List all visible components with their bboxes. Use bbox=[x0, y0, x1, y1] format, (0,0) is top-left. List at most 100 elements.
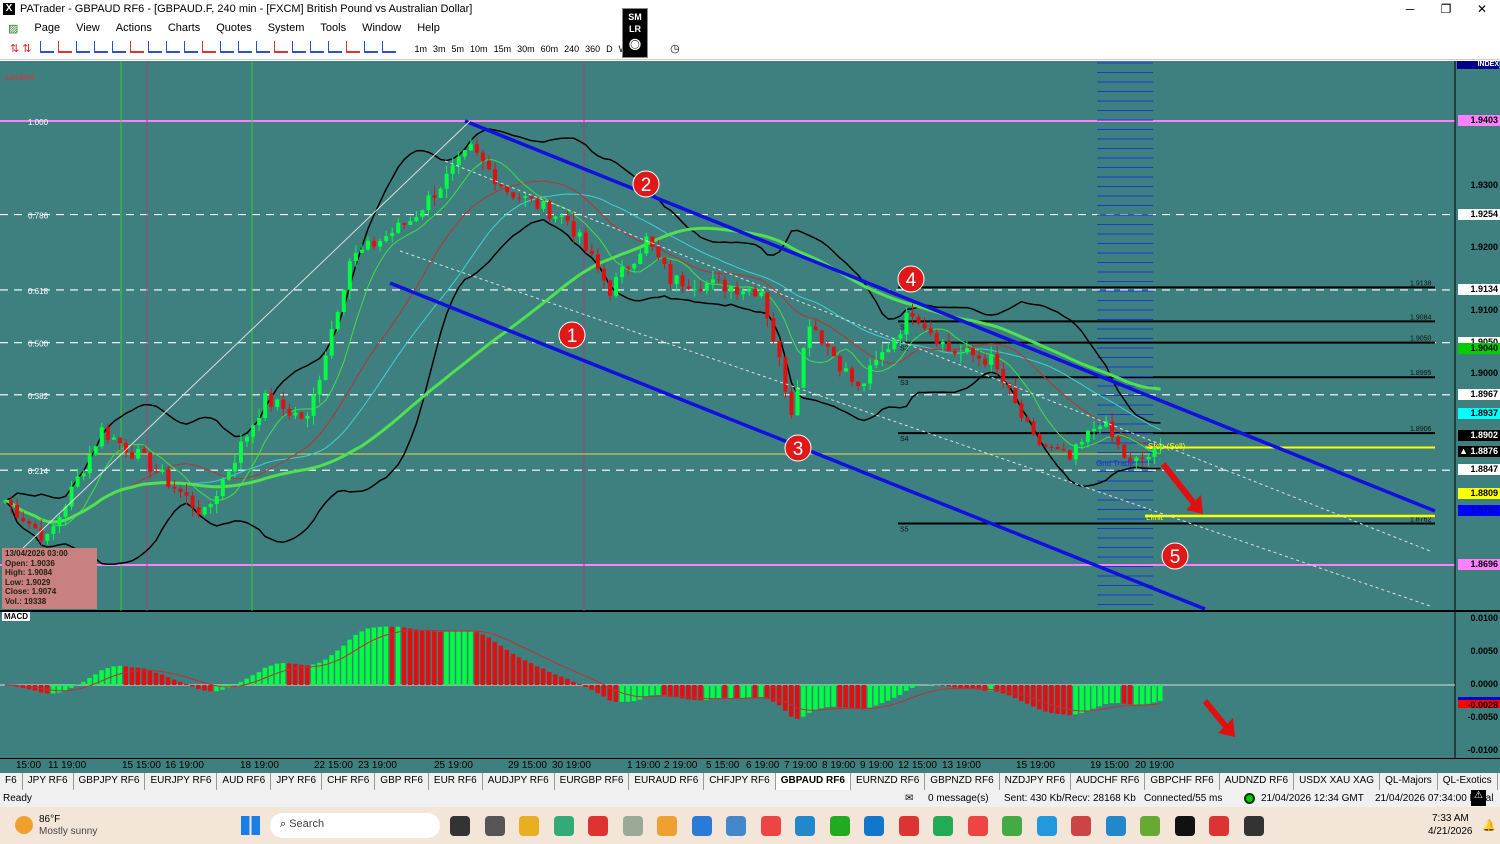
taskbar-app-icon[interactable] bbox=[657, 816, 677, 836]
drawing-tool-icon[interactable] bbox=[39, 41, 54, 53]
tab-aud-rf6[interactable]: AUD RF6 bbox=[217, 773, 272, 790]
menu-system[interactable]: System bbox=[260, 22, 313, 34]
weather-icon[interactable] bbox=[15, 816, 33, 834]
tab-gbp-rf6[interactable]: GBP RF6 bbox=[375, 773, 429, 790]
tab-gbpnzd-rf6[interactable]: GBPNZD RF6 bbox=[925, 773, 1000, 790]
drawing-tool-icon[interactable] bbox=[255, 41, 270, 53]
taskbar-app-icon[interactable] bbox=[1071, 816, 1091, 836]
tab-euraud-rf6[interactable]: EURAUD RF6 bbox=[629, 773, 705, 790]
sm-lr-logo[interactable]: SM LR ◉ bbox=[622, 8, 648, 58]
drawing-tool-icon[interactable] bbox=[111, 41, 126, 53]
drawing-tool-icon[interactable] bbox=[165, 41, 180, 53]
timeframe-240[interactable]: 240 bbox=[564, 44, 579, 54]
drawing-tool-icon[interactable] bbox=[183, 41, 198, 53]
taskbar-app-icon[interactable] bbox=[553, 816, 574, 836]
price-chart[interactable]: 1.000 0.786 0.618 0.500 0.382 0.214 1.9138 1.90… bbox=[0, 61, 1500, 758]
drawing-tool-icon[interactable] bbox=[327, 41, 342, 53]
tab-chf-rf6[interactable]: CHF RF6 bbox=[322, 773, 376, 790]
taskbar-app-icon[interactable] bbox=[795, 816, 815, 836]
drawing-tool-icon[interactable] bbox=[381, 41, 396, 53]
tab-gbpjpy-rf6[interactable]: GBPJPY RF6 bbox=[74, 773, 146, 790]
tab-audjpy-rf6[interactable]: AUDJPY RF6 bbox=[483, 773, 555, 790]
taskbar-app-icon[interactable] bbox=[450, 816, 470, 836]
tab-f6[interactable]: F6 bbox=[0, 773, 23, 790]
tab-gbpaud-rf6[interactable]: GBPAUD RF6 bbox=[775, 773, 851, 790]
timeframe-3m[interactable]: 3m bbox=[433, 44, 446, 54]
taskbar-app-icon[interactable] bbox=[1105, 816, 1126, 836]
menu-help[interactable]: Help bbox=[409, 22, 448, 34]
timeframe-5m[interactable]: 5m bbox=[452, 44, 465, 54]
menu-view[interactable]: View bbox=[68, 22, 108, 34]
taskbar-app-icon[interactable] bbox=[898, 816, 919, 836]
tab-ql-exotics[interactable]: QL-Exotics bbox=[1438, 773, 1498, 790]
timeframe-15m[interactable]: 15m bbox=[494, 44, 512, 54]
maximize-button[interactable]: ❐ bbox=[1428, 0, 1464, 18]
timeframe-10m[interactable]: 10m bbox=[470, 44, 488, 54]
drawing-tool-icon[interactable] bbox=[57, 41, 72, 53]
windows-start-icon[interactable] bbox=[241, 816, 260, 835]
status-messages[interactable]: 0 message(s) bbox=[928, 793, 989, 804]
drawing-tool-icon[interactable] bbox=[345, 41, 360, 53]
taskbar-app-icon[interactable] bbox=[1209, 816, 1229, 836]
taskbar-app-icon[interactable] bbox=[1140, 816, 1160, 836]
taskbar-app-icon[interactable] bbox=[1002, 816, 1022, 836]
tab-audchf-rf6[interactable]: AUDCHF RF6 bbox=[1071, 773, 1146, 790]
drawing-tool-icon[interactable] bbox=[273, 41, 288, 53]
arrows-icon[interactable]: ⇅ ⇅ bbox=[10, 42, 32, 55]
timeframe-1m[interactable]: 1m bbox=[415, 44, 428, 54]
chart-icon[interactable]: ▨ bbox=[0, 22, 26, 35]
taskbar-app-icon[interactable] bbox=[484, 816, 505, 836]
drawing-tool-icon[interactable] bbox=[309, 41, 324, 53]
tab-usdx-xau-xag[interactable]: USDX XAU XAG bbox=[1294, 773, 1381, 790]
tab-gbpchf-rf6[interactable]: GBPCHF RF6 bbox=[1145, 773, 1220, 790]
taskbar-app-icon[interactable] bbox=[760, 816, 781, 836]
menu-tools[interactable]: Tools bbox=[312, 22, 354, 34]
tab-eur-rf6[interactable]: EUR RF6 bbox=[429, 773, 483, 790]
tab-chfjpy-rf6[interactable]: CHFJPY RF6 bbox=[704, 773, 776, 790]
tab-jpy-rf6[interactable]: JPY RF6 bbox=[271, 773, 323, 790]
clock-date[interactable]: 4/21/2026 bbox=[1428, 826, 1473, 837]
notification-icon[interactable]: 🔔 bbox=[1482, 819, 1496, 832]
drawing-tool-icon[interactable] bbox=[201, 41, 216, 53]
taskbar-app-icon[interactable] bbox=[1036, 816, 1057, 836]
menu-actions[interactable]: Actions bbox=[108, 22, 160, 34]
taskbar-app-icon[interactable] bbox=[622, 816, 643, 836]
tab-eurnzd-rf6[interactable]: EURNZD RF6 bbox=[851, 773, 926, 790]
menu-charts[interactable]: Charts bbox=[160, 22, 208, 34]
tab-nzdjpy-rf6[interactable]: NZDJPY RF6 bbox=[1000, 773, 1072, 790]
taskbar-app-icon[interactable] bbox=[1243, 816, 1264, 836]
taskbar-app-icon[interactable] bbox=[691, 816, 712, 836]
menu-page[interactable]: Page bbox=[26, 22, 68, 34]
tab-eurjpy-rf6[interactable]: EURJPY RF6 bbox=[145, 773, 218, 790]
drawing-tool-icon[interactable] bbox=[237, 41, 252, 53]
taskbar-app-icon[interactable] bbox=[933, 816, 953, 836]
taskbar-search[interactable]: ⌕ Search bbox=[270, 813, 440, 838]
tab-audnzd-rf6[interactable]: AUDNZD RF6 bbox=[1220, 773, 1295, 790]
tab-eurgbp-rf6[interactable]: EURGBP RF6 bbox=[555, 773, 630, 790]
clock-time[interactable]: 7:33 AM bbox=[1432, 813, 1469, 824]
taskbar-app-icon[interactable] bbox=[1174, 816, 1195, 836]
eye-icon[interactable]: ◉ bbox=[623, 35, 647, 52]
drawing-tool-icon[interactable] bbox=[75, 41, 90, 53]
timeframe-360[interactable]: 360 bbox=[585, 44, 600, 54]
taskbar-app-icon[interactable] bbox=[829, 816, 850, 836]
drawing-tool-icon[interactable] bbox=[291, 41, 306, 53]
taskbar-app-icon[interactable] bbox=[519, 816, 539, 836]
clock-icon[interactable]: ◷ bbox=[670, 42, 680, 55]
timeframe-30m[interactable]: 30m bbox=[517, 44, 535, 54]
drawing-tool-icon[interactable] bbox=[129, 41, 144, 53]
timeframe-60m[interactable]: 60m bbox=[541, 44, 559, 54]
tab-ql-majors[interactable]: QL-Majors bbox=[1380, 773, 1438, 790]
taskbar-app-icon[interactable] bbox=[864, 816, 884, 836]
menu-window[interactable]: Window bbox=[354, 22, 409, 34]
taskbar-app-icon[interactable] bbox=[726, 816, 746, 836]
menu-quotes[interactable]: Quotes bbox=[208, 22, 259, 34]
minimize-button[interactable]: ─ bbox=[1392, 0, 1428, 18]
warning-icon[interactable]: ⚠ bbox=[1471, 790, 1486, 806]
tab-jpy-rf6[interactable]: JPY RF6 bbox=[23, 773, 74, 790]
timeframe-D[interactable]: D bbox=[606, 44, 613, 54]
drawing-tool-icon[interactable] bbox=[93, 41, 108, 53]
taskbar-app-icon[interactable] bbox=[588, 816, 608, 836]
drawing-tool-icon[interactable] bbox=[147, 41, 162, 53]
drawing-tool-icon[interactable] bbox=[363, 41, 378, 53]
